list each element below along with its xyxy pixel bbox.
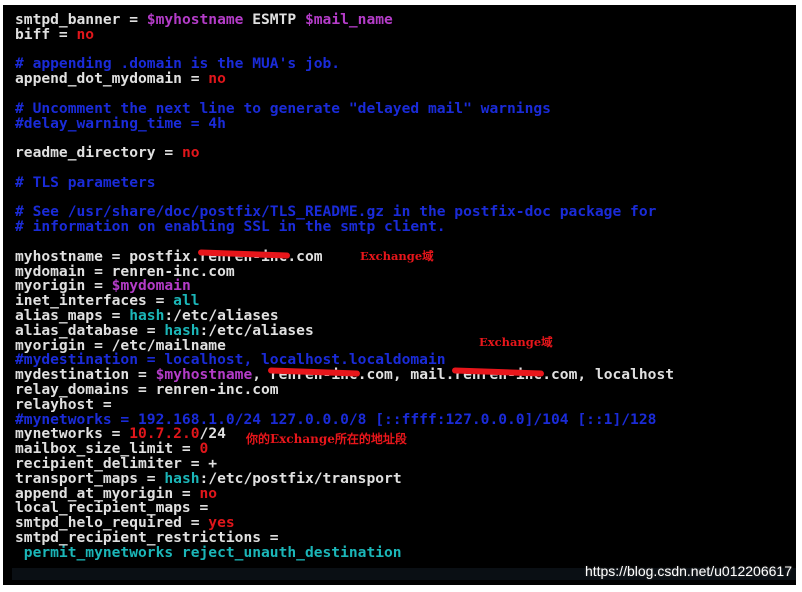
config-token: #delay_warning_time = 4h	[15, 114, 226, 132]
config-line: readme_directory = no	[15, 144, 674, 162]
redacted-text: renren-inc	[454, 366, 543, 384]
config-token: .com	[287, 247, 323, 265]
config-token: $myhostname	[146, 11, 244, 28]
config-token: no	[208, 70, 226, 88]
config-token: .com, mail.	[357, 366, 455, 384]
redacted-text: renren-inc	[199, 247, 288, 265]
config-line: # TLS parameters	[15, 173, 674, 191]
annotation-exchange-subnet: 你的Exchange所在的地址段	[246, 432, 407, 446]
config-line: # information on enabling SSL in the smt…	[15, 218, 674, 236]
config-token: append_dot_mydomain =	[15, 70, 209, 88]
postfix-main-cf-text: smtpd_banner = $myhostname ESMTP $mail_n…	[15, 11, 675, 561]
config-token: no	[76, 25, 95, 43]
config-line: #delay_warning_time = 4h	[15, 114, 674, 132]
watermark-url: https://blog.csdn.net/u012206617	[584, 563, 792, 579]
config-line: permit_mynetworks reject_unauth_destinat…	[15, 543, 674, 561]
config-line: append_dot_mydomain = no	[15, 70, 674, 88]
config-line: relay_domains = renren-inc.com	[15, 382, 674, 398]
config-token: no	[181, 144, 200, 162]
redacted-text: renren-inc	[269, 366, 358, 384]
annotation-exchange-domain-1: Exchange域	[360, 249, 434, 263]
config-token: permit_mynetworks reject_unauth_destinat…	[15, 543, 402, 561]
config-token: biff =	[15, 25, 77, 43]
config-token: # TLS parameters	[15, 173, 156, 191]
config-token: ESMTP	[243, 11, 305, 28]
config-token: $mail_name	[304, 11, 393, 28]
config-line: smtpd_banner = $myhostname ESMTP $mail_n…	[15, 11, 674, 28]
screenshot-frame: smtpd_banner = $myhostname ESMTP $mail_n…	[0, 0, 802, 592]
config-token: :/etc/postfix/transport	[199, 469, 402, 487]
config-token: readme_directory =	[15, 144, 182, 162]
terminal-window[interactable]: smtpd_banner = $myhostname ESMTP $mail_n…	[3, 5, 796, 585]
config-line: biff = no	[15, 25, 674, 43]
config-token: .com, localhost	[542, 366, 675, 384]
annotation-exchange-domain-2: Exchange域	[479, 335, 553, 349]
config-token: # information on enabling SSL in the smt…	[15, 218, 446, 236]
